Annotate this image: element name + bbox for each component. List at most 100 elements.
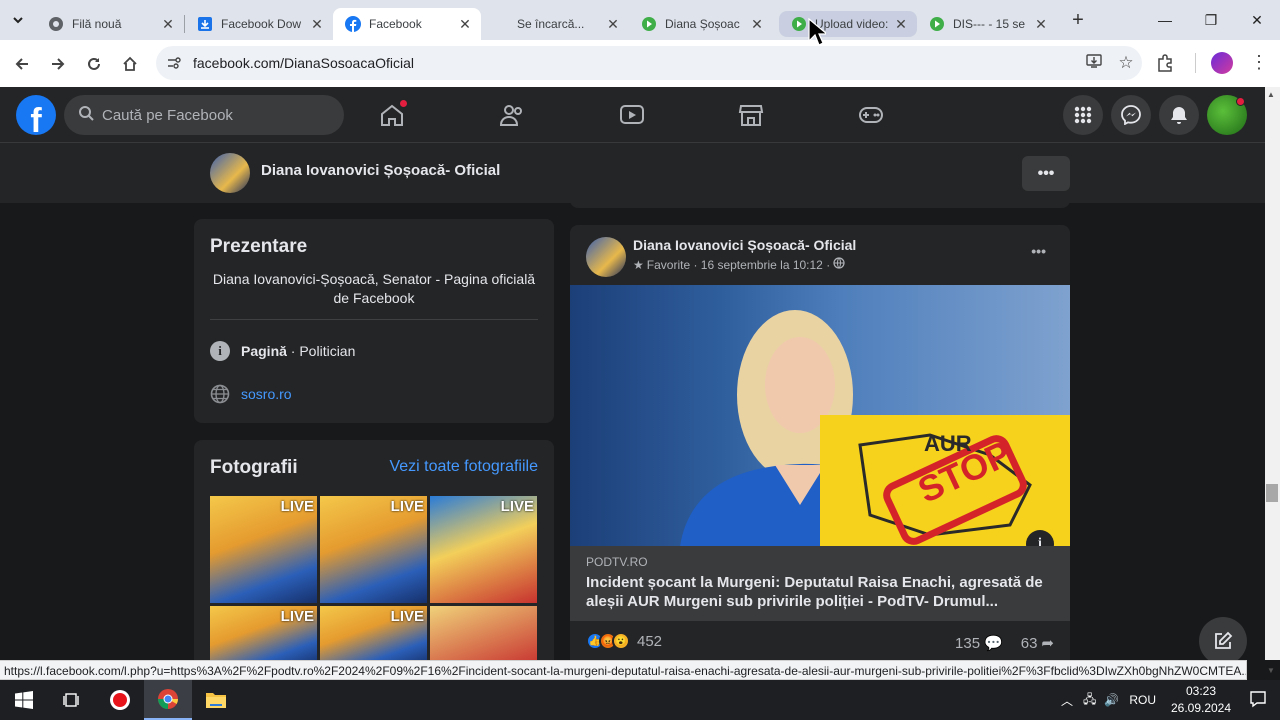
new-message-button[interactable]: [1199, 617, 1247, 660]
close-icon[interactable]: ✕: [749, 16, 765, 33]
profile-avatar[interactable]: [1211, 52, 1233, 74]
facebook-search-input[interactable]: Caută pe Facebook: [64, 95, 344, 135]
scrollbar[interactable]: [1265, 87, 1280, 660]
photo-thumbnail[interactable]: LIVE: [210, 496, 317, 603]
tab-search-button[interactable]: [0, 0, 36, 40]
tab-upload-video[interactable]: Upload video: ✕: [779, 11, 917, 37]
page-more-button[interactable]: •••: [1022, 156, 1070, 191]
extensions-icon[interactable]: [1155, 53, 1175, 78]
photo-thumbnail[interactable]: LIVE: [430, 496, 537, 603]
home-button[interactable]: [112, 46, 148, 82]
notification-center-icon[interactable]: [1236, 690, 1280, 711]
messenger-button[interactable]: [1111, 95, 1151, 135]
close-icon[interactable]: ✕: [309, 16, 325, 33]
start-button[interactable]: [0, 680, 48, 720]
notifications-button[interactable]: [1159, 95, 1199, 135]
tab-new-tab[interactable]: Filă nouă ✕: [36, 8, 184, 40]
forward-button[interactable]: [40, 46, 76, 82]
link-title: Incident șocant la Murgeni: Deputatul Ra…: [586, 574, 1043, 610]
back-button[interactable]: [4, 46, 40, 82]
nav-video-button[interactable]: [617, 101, 647, 129]
recorder-app-button[interactable]: [96, 680, 144, 720]
comments-count[interactable]: 135: [955, 635, 980, 652]
tab-diana-sosoaca[interactable]: Diana Șoșoac ✕: [629, 8, 773, 40]
photo-thumbnail[interactable]: LIVE: [320, 496, 427, 603]
close-icon[interactable]: ✕: [1033, 16, 1049, 33]
page-name[interactable]: Diana Iovanovici Șoșoacă- Oficial: [261, 162, 500, 179]
category-rest: · Politician: [286, 343, 356, 359]
photo-thumbnail[interactable]: [430, 606, 537, 660]
photo-thumbnail[interactable]: LIVE: [320, 606, 427, 660]
close-icon[interactable]: ✕: [457, 16, 473, 33]
bookmark-star-icon[interactable]: ☆: [1110, 53, 1142, 73]
photo-thumbnail[interactable]: LIVE: [210, 606, 317, 660]
divider: [210, 319, 538, 320]
close-window-button[interactable]: ✕: [1234, 0, 1280, 40]
post-more-button[interactable]: •••: [1031, 243, 1046, 259]
nav-friends-button[interactable]: [497, 101, 527, 129]
download-icon: [197, 16, 213, 32]
install-app-icon[interactable]: [1078, 53, 1110, 74]
post-meta-text[interactable]: Favorite · 16 septembrie la 10:12 ·: [647, 258, 830, 272]
tab-facebook[interactable]: Facebook ✕: [333, 8, 481, 40]
windows-icon: [15, 691, 33, 709]
restore-button[interactable]: ❐: [1188, 0, 1234, 40]
arrow-left-icon: [15, 57, 28, 70]
shares-count[interactable]: 63: [1021, 635, 1038, 652]
close-icon[interactable]: ✕: [893, 16, 909, 33]
tab-dis[interactable]: DIS--- - 15 se ✕: [917, 8, 1057, 40]
chrome-app-button[interactable]: [144, 680, 192, 720]
see-all-photos-link[interactable]: Vezi toate fotografiile: [389, 458, 538, 476]
window-controls: — ❐ ✕: [1142, 0, 1280, 40]
facebook-icon: [345, 16, 361, 32]
nav-marketplace-button[interactable]: [736, 101, 766, 129]
network-icon[interactable]: 🖧: [1083, 690, 1096, 711]
scroll-up-icon[interactable]: ▲: [1267, 90, 1275, 99]
minimize-button[interactable]: —: [1142, 0, 1188, 40]
divider: [1195, 53, 1196, 73]
folder-icon: [206, 693, 226, 708]
chrome-icon: [157, 689, 179, 710]
mouse-cursor-icon: [808, 18, 826, 46]
omnibox[interactable]: facebook.com/DianaSosoacaOficial ☆: [156, 46, 1142, 80]
facebook-logo-icon[interactable]: f: [16, 95, 56, 135]
play-icon: [929, 16, 945, 32]
tab-title: DIS--- - 15 se: [953, 17, 1026, 31]
site-settings-icon[interactable]: [166, 55, 182, 76]
photo-label: LIVE: [390, 498, 424, 515]
marketplace-icon: [738, 105, 764, 126]
new-tab-button[interactable]: +: [1063, 9, 1093, 32]
chevron-up-icon[interactable]: ︿: [1061, 692, 1073, 709]
language-indicator[interactable]: ROU: [1129, 693, 1156, 707]
close-icon[interactable]: ✕: [605, 16, 621, 33]
star-icon: ★: [633, 257, 644, 272]
tab-facebook-download[interactable]: Facebook Dow ✕: [185, 8, 333, 40]
menu-button[interactable]: [1063, 95, 1103, 135]
close-icon[interactable]: ✕: [160, 16, 176, 33]
website-link[interactable]: sosro.ro: [241, 386, 292, 402]
photo-label: LIVE: [280, 498, 314, 515]
link-preview[interactable]: PODTV.RO Incident șocant la Murgeni: Dep…: [570, 546, 1070, 621]
nav-gaming-button[interactable]: [856, 101, 886, 129]
scroll-down-icon[interactable]: ▼: [1267, 666, 1275, 675]
post-image-art: [680, 310, 1070, 546]
nav-home-button[interactable]: [377, 99, 408, 129]
clock[interactable]: 03:23 26.09.2024: [1166, 683, 1236, 717]
play-icon: [641, 16, 657, 32]
tab-loading[interactable]: Se încarcă... ✕: [481, 8, 629, 40]
post-link-image[interactable]: STOP AUR i: [570, 285, 1070, 546]
volume-icon[interactable]: 🔊: [1104, 693, 1119, 707]
reactions-summary[interactable]: 👍 😡 😮 452: [586, 632, 662, 650]
play-icon: [791, 16, 807, 32]
scrollbar-thumb[interactable]: [1266, 484, 1278, 502]
reload-button[interactable]: [76, 46, 112, 82]
post-author-avatar[interactable]: [586, 237, 626, 277]
photo-label: LIVE: [500, 498, 534, 515]
file-explorer-button[interactable]: [192, 680, 240, 720]
task-view-button[interactable]: [48, 680, 96, 720]
tab-title: Filă nouă: [72, 17, 122, 31]
page-avatar[interactable]: [210, 153, 250, 193]
photo-grid: LIVE LIVE LIVE LIVE LIVE: [210, 496, 538, 660]
chrome-menu-icon[interactable]: ⋮: [1250, 52, 1268, 72]
post-author-name[interactable]: Diana Iovanovici Șoșoacă- Oficial: [633, 237, 856, 253]
